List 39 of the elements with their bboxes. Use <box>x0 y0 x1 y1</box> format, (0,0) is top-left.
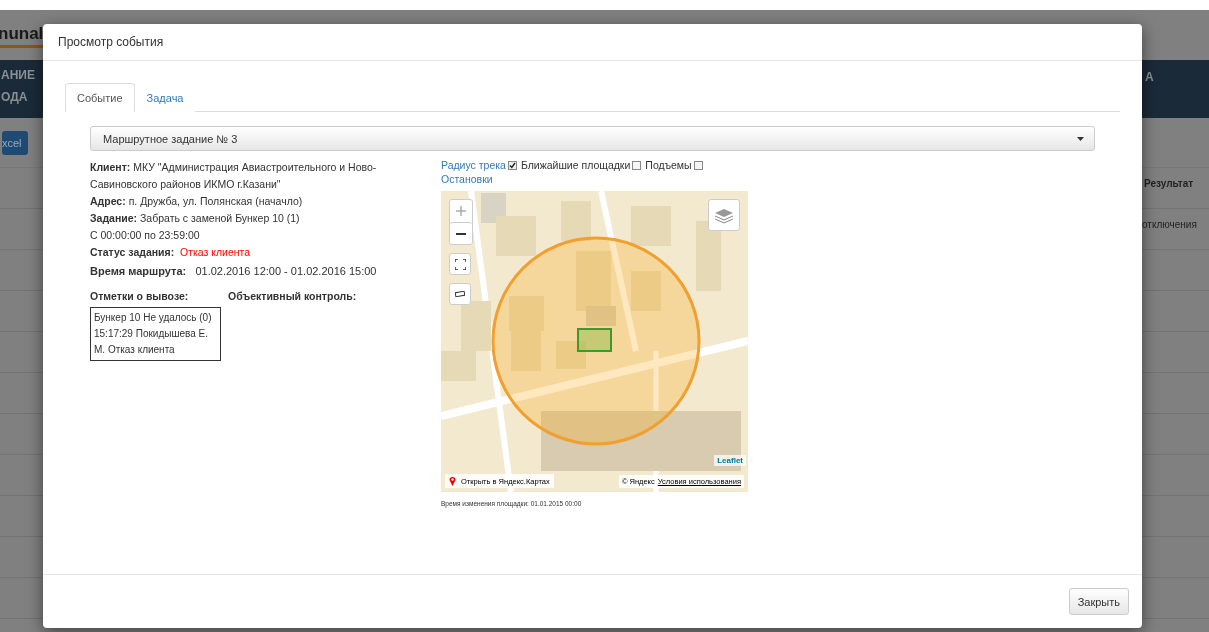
detail-text: Клиент: МКУ "Администрация Авиастроительного и Ново-Савиновского районов ИКМО г.Казани" <box>90 160 378 192</box>
ruler-icon <box>455 291 465 297</box>
mark-text: Бункер 10 Не удалось (0) <box>94 311 213 325</box>
control-heading: Объективный контроль: <box>228 290 358 302</box>
detail-text: Задание: Забрать с заменой Бункер 10 (1) <box>90 211 301 226</box>
detail-text: Время маршрута: 01.02.2016 12:00 - 01.02.2016 15:00 <box>90 264 378 279</box>
caret-icon <box>1077 136 1084 141</box>
export-button[interactable]: xcel <box>2 130 28 155</box>
tab[interactable]: Событие <box>65 83 135 112</box>
detail-text: Адрес: п. Дружба, ул. Полянская (начачло) <box>90 194 304 209</box>
table-cell-text: отключения <box>1142 219 1198 230</box>
zoom-out-button[interactable] <box>450 222 472 244</box>
route-select[interactable]: Маршрутное задание № 3 <box>90 126 1095 151</box>
plus-icon <box>456 206 466 216</box>
fullscreen-icon <box>454 258 466 270</box>
leaflet-link[interactable]: Leaflet <box>714 455 746 466</box>
nav-item[interactable]: АНИЕ <box>1 68 35 82</box>
fullscreen-button[interactable] <box>449 253 471 275</box>
close-button[interactable]: Закрыть <box>1068 588 1129 615</box>
layer-checkbox[interactable] <box>693 160 703 170</box>
table-header-cell-text: Результат <box>1143 178 1195 189</box>
layers-button[interactable] <box>708 199 740 231</box>
mark-text: 15:17:29 Покидышева Е. <box>94 327 209 341</box>
layer-link[interactable]: Радиус трека <box>441 159 506 171</box>
ruler-button[interactable] <box>449 283 471 305</box>
check-icon <box>508 161 516 169</box>
mark-text: М. Отказ клиента <box>94 343 176 357</box>
status-text: Статус задания: Отказ клиента <box>90 245 252 260</box>
marks-heading: Отметки о вывозе: <box>90 290 190 302</box>
map-pin-icon <box>449 476 456 486</box>
layer-checkbox[interactable] <box>507 160 517 170</box>
layer-link[interactable]: Остановки <box>441 173 493 185</box>
layer-label: Подъемы <box>645 159 692 171</box>
layer-checkbox[interactable] <box>632 160 642 170</box>
layer-label: Ближайшие площадки <box>520 159 631 171</box>
nav-item[interactable]: А <box>1145 68 1209 118</box>
dialog-title: Просмотр события <box>58 35 164 49</box>
detail-text: С 00:00:00 по 23:59:00 <box>90 228 201 243</box>
nav-item[interactable]: ОДА <box>1 90 35 104</box>
